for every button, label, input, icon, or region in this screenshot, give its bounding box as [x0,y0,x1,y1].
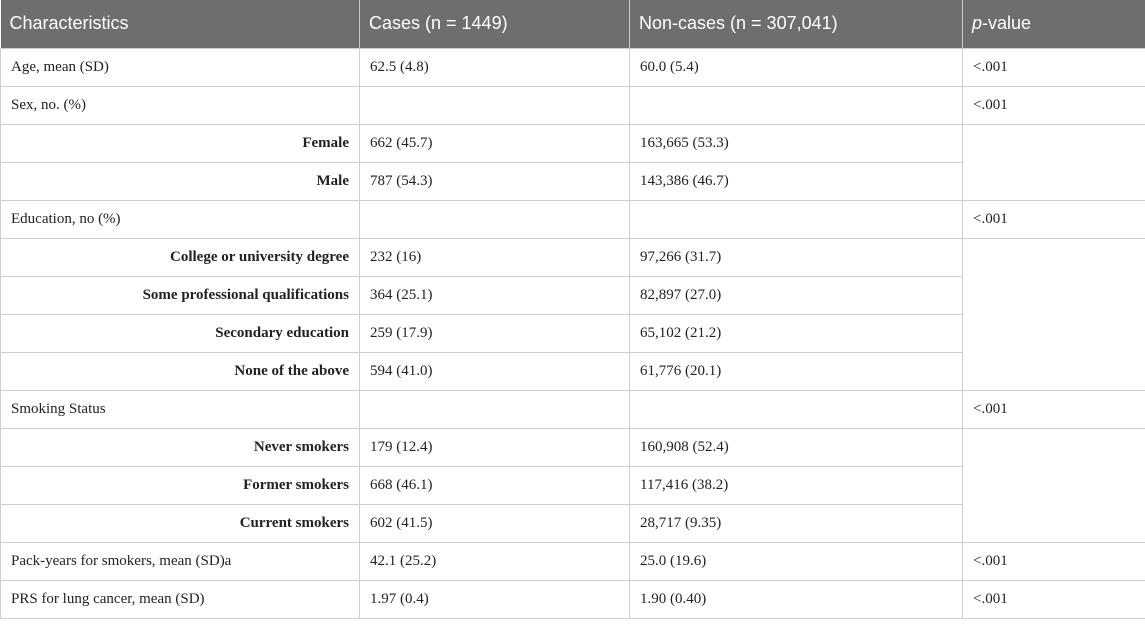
table-row: Never smokers 179 (12.4) 160,908 (52.4) [0,427,1145,543]
noncases-cell: 143,386 (46.7) [629,161,963,201]
row-label: Secondary education [0,313,360,353]
noncases-cell: 65,102 (21.2) [629,313,963,353]
table-row: Sex, no. (%) <.001 [0,85,1145,125]
noncases-cell: 60.0 (5.4) [629,47,963,87]
cases-cell: 62.5 (4.8) [359,47,630,87]
header-characteristics: Characteristics [0,0,360,48]
cases-cell: 787 (54.3) [359,161,630,201]
row-label: Female [0,123,360,163]
row-label: Male [0,161,360,201]
table-row: PRS for lung cancer, mean (SD) 1.97 (0.4… [0,579,1145,619]
p-value-cell: <.001 [962,389,1145,429]
row-label: College or university degree [0,237,360,277]
table-row: Female 662 (45.7) 163,665 (53.3) [0,123,1145,201]
row-label: None of the above [0,351,360,391]
noncases-cell: 163,665 (53.3) [629,123,963,163]
row-label: Education, no (%) [0,199,360,239]
p-value-cell: <.001 [962,541,1145,581]
row-label: Pack-years for smokers, mean (SD)a [0,541,360,581]
p-value-cell-empty [962,237,1145,391]
row-label: Age, mean (SD) [0,47,360,87]
p-value-cell: <.001 [962,199,1145,239]
cases-cell: 364 (25.1) [359,275,630,315]
cases-cell [359,199,630,239]
noncases-cell [629,389,963,429]
cases-cell: 42.1 (25.2) [359,541,630,581]
p-value-cell-empty [962,123,1145,201]
noncases-cell [629,85,963,125]
cases-cell: 259 (17.9) [359,313,630,353]
noncases-cell: 160,908 (52.4) [629,427,963,467]
p-value-cell: <.001 [962,579,1145,619]
cases-cell: 1.97 (0.4) [359,579,630,619]
cases-cell: 179 (12.4) [359,427,630,467]
noncases-cell: 25.0 (19.6) [629,541,963,581]
cases-cell: 594 (41.0) [359,351,630,391]
cases-cell [359,85,630,125]
header-cases: Cases (n = 1449) [359,0,630,48]
row-label: Never smokers [0,427,360,467]
row-label: Sex, no. (%) [0,85,360,125]
p-value-cell: <.001 [962,85,1145,125]
table-row: Age, mean (SD) 62.5 (4.8) 60.0 (5.4) <.0… [0,47,1145,87]
row-label: Former smokers [0,465,360,505]
table-row: Pack-years for smokers, mean (SD)a 42.1 … [0,541,1145,581]
noncases-cell: 61,776 (20.1) [629,351,963,391]
header-noncases: Non-cases (n = 307,041) [629,0,963,48]
cases-cell [359,389,630,429]
row-label: Some professional qualifications [0,275,360,315]
cases-cell: 668 (46.1) [359,465,630,505]
header-p-value: p-value [962,0,1145,48]
header-p-italic: p [972,13,983,34]
header-p-rest: -value [982,13,1032,34]
p-value-cell-empty [962,427,1145,543]
row-label: PRS for lung cancer, mean (SD) [0,579,360,619]
cases-cell: 232 (16) [359,237,630,277]
noncases-cell: 1.90 (0.40) [629,579,963,619]
row-label: Smoking Status [0,389,360,429]
row-label: Current smokers [0,503,360,543]
p-value-cell: <.001 [962,47,1145,87]
cases-cell: 602 (41.5) [359,503,630,543]
cases-cell: 662 (45.7) [359,123,630,163]
noncases-cell: 28,717 (9.35) [629,503,963,543]
table-row: College or university degree 232 (16) 97… [0,237,1145,391]
table-row: Education, no (%) <.001 [0,199,1145,239]
noncases-cell: 97,266 (31.7) [629,237,963,277]
characteristics-table: Characteristics Cases (n = 1449) Non-cas… [0,0,1145,619]
noncases-cell [629,199,963,239]
table-row: Smoking Status <.001 [0,389,1145,429]
noncases-cell: 82,897 (27.0) [629,275,963,315]
header-row: Characteristics Cases (n = 1449) Non-cas… [0,0,1145,48]
noncases-cell: 117,416 (38.2) [629,465,963,505]
